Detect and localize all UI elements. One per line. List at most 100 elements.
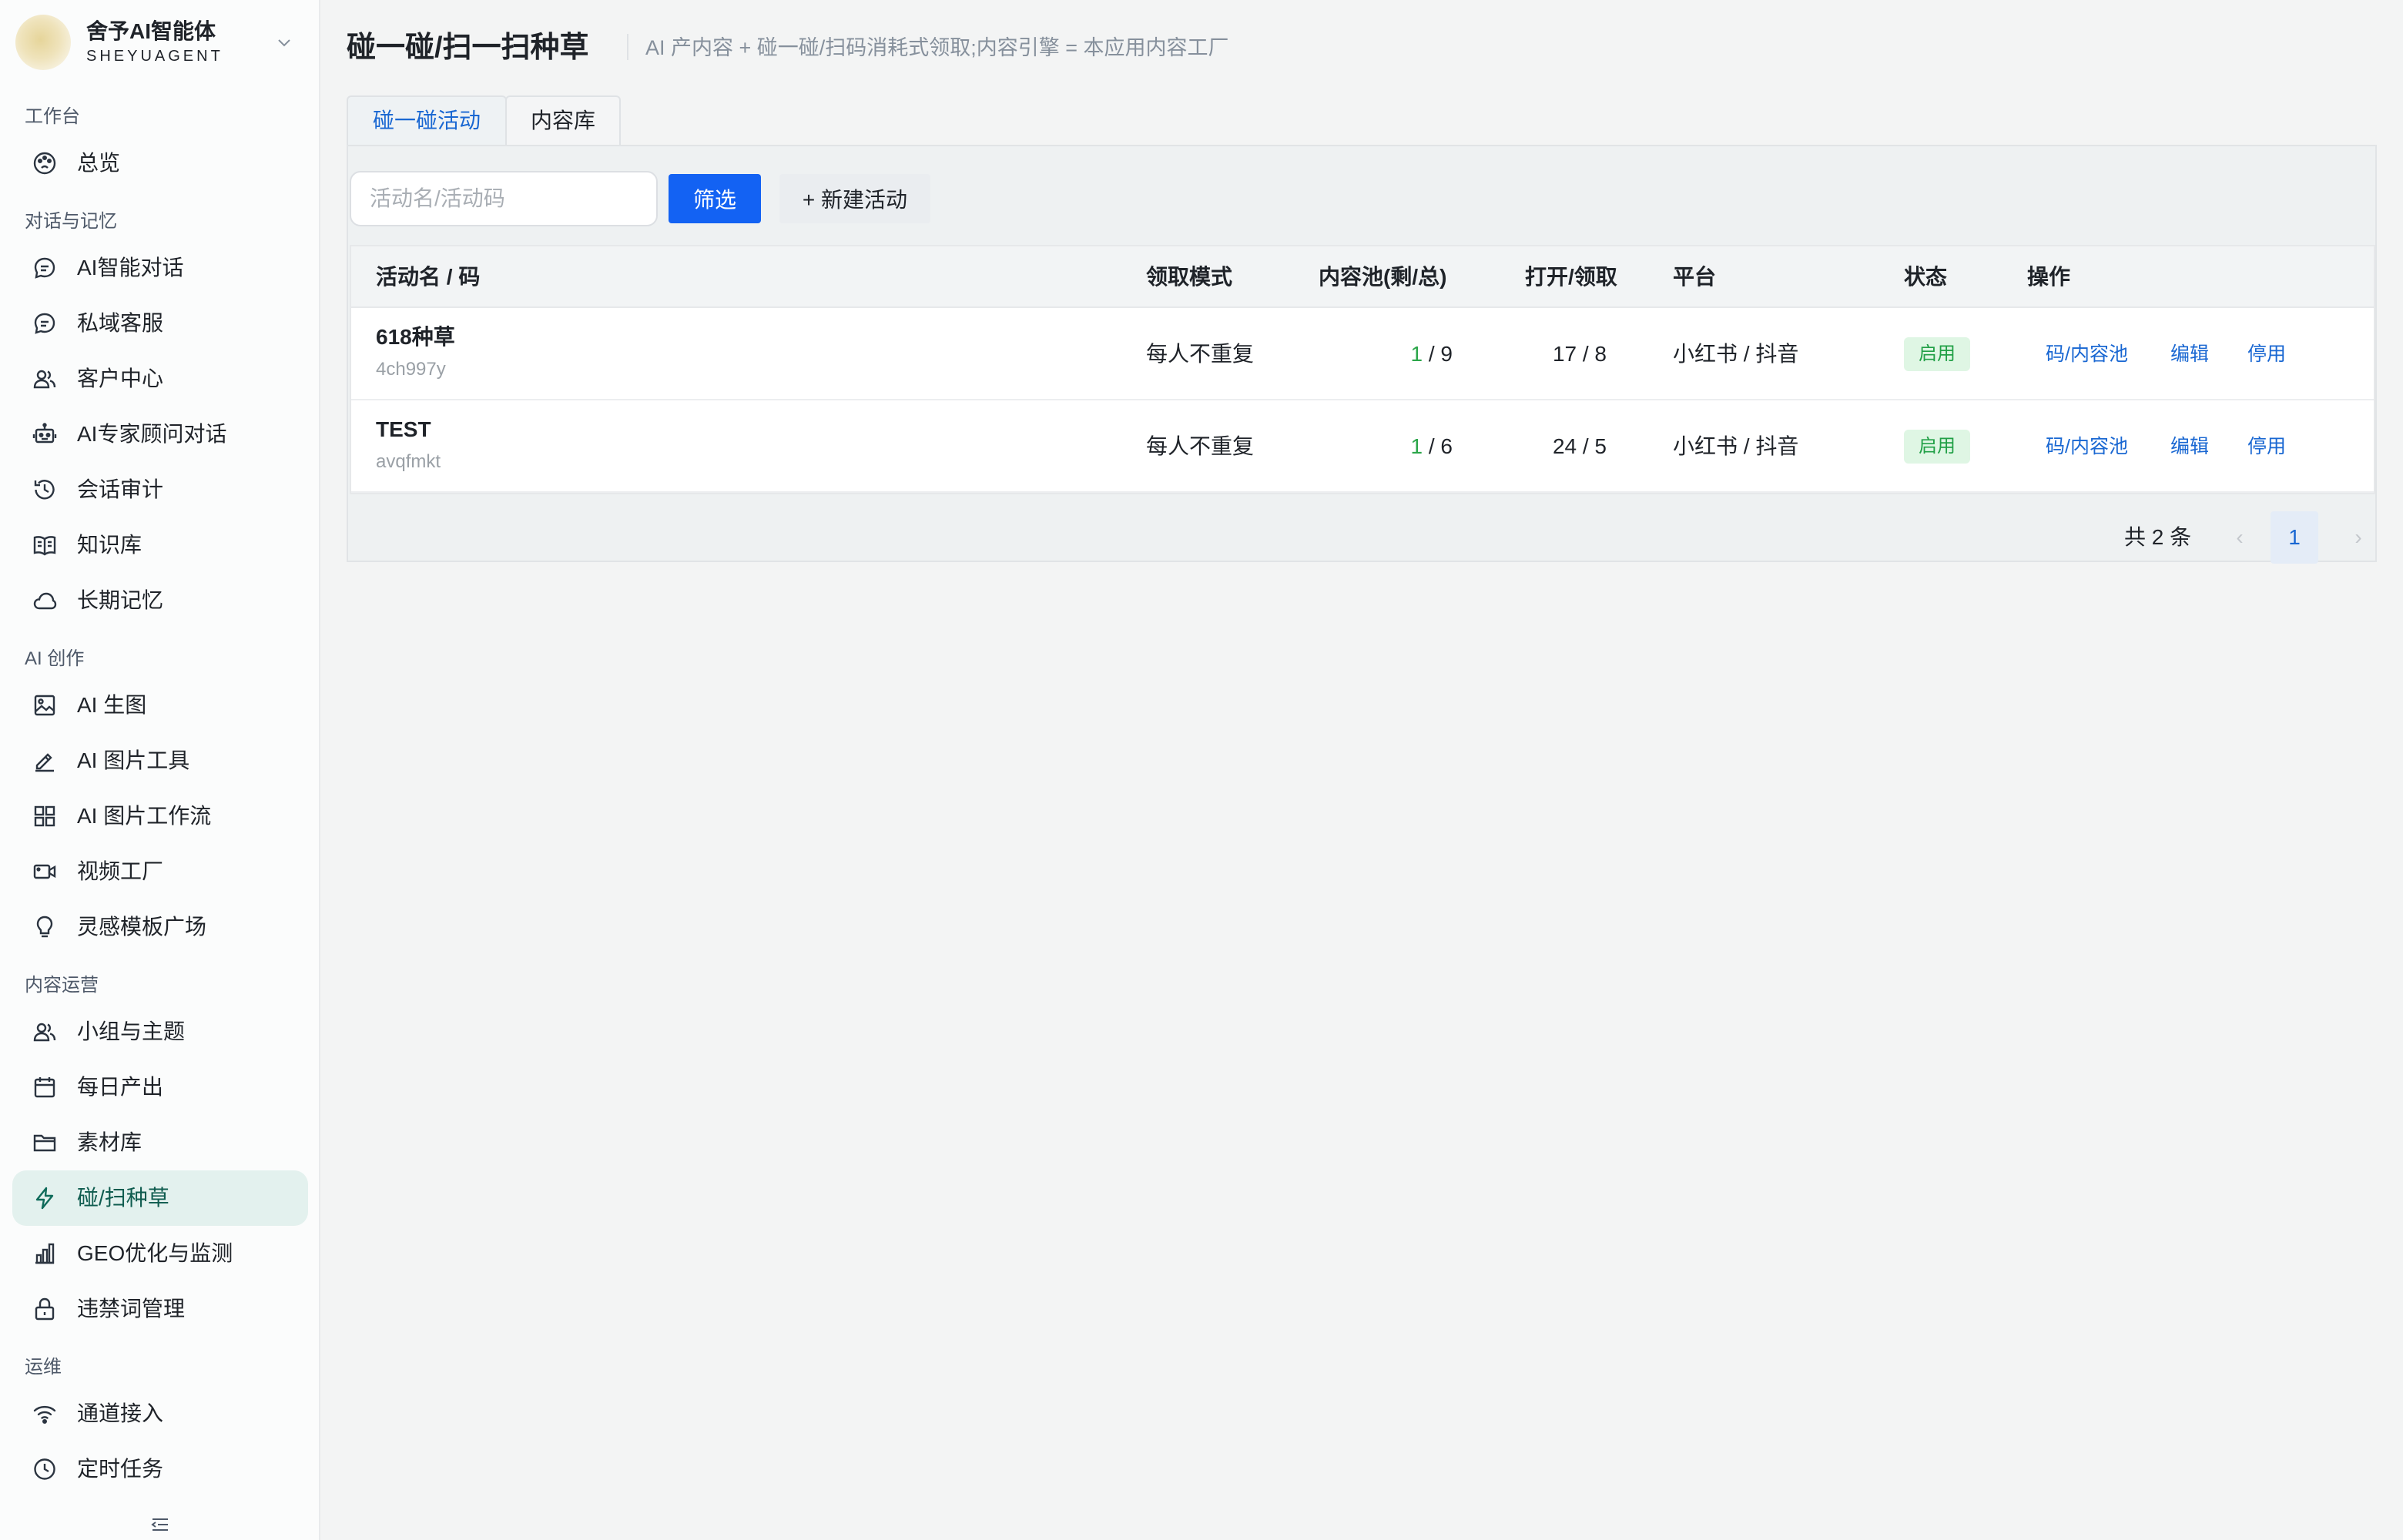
clock-icon <box>34 1458 55 1480</box>
palette-icon <box>33 152 56 175</box>
sidebar-item-label: 会话审计 <box>77 477 164 501</box>
grid-icon <box>34 805 55 827</box>
claim-mode: 每人不重复 <box>1146 342 1255 366</box>
image-icon <box>34 695 55 716</box>
column-header-status: 状态 <box>1904 265 1948 289</box>
sidebar-item-label: 私域客服 <box>77 311 164 335</box>
new-activity-button[interactable]: + 新建活动 <box>779 174 930 223</box>
activity-name: 618种草 <box>376 325 455 349</box>
activity-code: avqfmkt <box>376 451 441 472</box>
sidebar-item-label: 客户中心 <box>77 367 164 390</box>
edit-link[interactable]: 编辑 <box>2170 433 2209 460</box>
sidebar-item-geo[interactable]: GEO优化与监测 <box>12 1226 308 1281</box>
table-row: 618种草 4ch997y 每人不重复 1 / 9 17 / 8 小红书 / 抖… <box>351 308 2374 400</box>
sidebar-item-groups-topics[interactable]: 小组与主题 <box>12 1004 308 1060</box>
users-icon <box>33 370 56 389</box>
column-header-open-claim: 打开/领取 <box>1525 265 1617 289</box>
title-divider <box>627 34 628 60</box>
sidebar-item-channels[interactable]: 通道接入 <box>12 1386 308 1441</box>
pen-icon <box>35 753 54 772</box>
sidebar-item-touch-scan[interactable]: 碰/扫种草 <box>12 1170 308 1226</box>
sidebar-item-label: 每日产出 <box>77 1075 164 1099</box>
search-input[interactable] <box>350 171 658 226</box>
open-claim-count: 24 / 5 <box>1552 434 1607 458</box>
pool-remaining: 1 <box>1410 434 1423 458</box>
column-header-pool: 内容池(剩/总) <box>1319 265 1447 289</box>
sidebar-item-long-memory[interactable]: 长期记忆 <box>12 573 308 628</box>
code-pool-link[interactable]: 码/内容池 <box>2046 433 2128 460</box>
tab-content-library[interactable]: 内容库 <box>505 95 621 146</box>
status-badge: 启用 <box>1904 337 1970 371</box>
sidebar-item-label: 长期记忆 <box>77 588 164 612</box>
sidebar-item-ai-image-tools[interactable]: AI 图片工具 <box>12 733 308 788</box>
table-header: 活动名 / 码 领取模式 内容池(剩/总) 打开/领取 平台 状态 操作 <box>351 246 2374 308</box>
edit-link[interactable]: 编辑 <box>2170 340 2209 368</box>
wifi-icon <box>33 1405 56 1424</box>
disable-link[interactable]: 停用 <box>2247 433 2286 460</box>
sidebar-item-label: 定时任务 <box>77 1457 164 1481</box>
sidebar-item-label: 灵感模板广场 <box>77 915 207 939</box>
collapse-sidebar-icon[interactable] <box>151 1517 169 1532</box>
sidebar-item-asset-library[interactable]: 素材库 <box>12 1115 308 1170</box>
chevron-down-icon[interactable] <box>276 35 293 49</box>
activity-code: 4ch997y <box>376 359 446 380</box>
pool-remaining: 1 <box>1410 342 1423 366</box>
lightning-icon <box>35 1187 54 1210</box>
pagination-total: 共 2 条 <box>2124 525 2192 549</box>
sidebar-item-session-audit[interactable]: 会话审计 <box>12 462 308 517</box>
sidebar-item-overview[interactable]: 总览 <box>12 136 308 191</box>
nav-group-title: 对话与记忆 <box>25 211 117 232</box>
sidebar-item-expert-chat[interactable]: AI专家顾问对话 <box>12 407 308 462</box>
disable-link[interactable]: 停用 <box>2247 340 2286 368</box>
sidebar-item-label: 素材库 <box>77 1130 142 1154</box>
brand-text: 舍予AI智能体 SHEYUAGENT <box>86 18 223 66</box>
robot-icon <box>32 423 57 444</box>
sidebar-item-banned-words[interactable]: 违禁词管理 <box>12 1281 308 1337</box>
status-badge: 启用 <box>1904 430 1970 464</box>
sidebar-item-label: AI智能对话 <box>77 256 184 280</box>
sidebar-item-label: 小组与主题 <box>77 1019 186 1043</box>
sidebar-item-ai-image[interactable]: AI 生图 <box>12 678 308 733</box>
sidebar-item-templates[interactable]: 灵感模板广场 <box>12 899 308 955</box>
code-pool-link[interactable]: 码/内容池 <box>2046 340 2128 368</box>
sidebar-item-video-factory[interactable]: 视频工厂 <box>12 844 308 899</box>
sidebar-item-label: 碰/扫种草 <box>77 1186 169 1210</box>
sidebar-item-label: AI 生图 <box>77 693 147 717</box>
pagination-page[interactable]: 1 <box>2271 511 2318 564</box>
open-claim-count: 17 / 8 <box>1552 342 1607 366</box>
sidebar-item-daily-output[interactable]: 每日产出 <box>12 1060 308 1115</box>
book-icon <box>33 536 56 556</box>
page-title: 碰一碰/扫一扫种草 <box>347 32 589 64</box>
column-header-platform: 平台 <box>1673 265 1717 289</box>
sidebar: 舍予AI智能体 SHEYUAGENT 工作台 总览 对话与记忆 AI智能对话 私… <box>0 0 320 1540</box>
page-subtitle: AI 产内容 + 碰一碰/扫码消耗式领取;内容引擎 = 本应用内容工厂 <box>645 36 1229 59</box>
platform: 小红书 / 抖音 <box>1673 342 1799 366</box>
sidebar-item-ai-chat[interactable]: AI智能对话 <box>12 240 308 296</box>
brand-switcher[interactable]: 舍予AI智能体 SHEYUAGENT <box>15 14 305 71</box>
chevron-right-icon[interactable]: › <box>2349 525 2368 550</box>
chat-icon <box>34 257 55 279</box>
sidebar-item-label: 通道接入 <box>77 1401 164 1425</box>
sidebar-item-knowledge-base[interactable]: 知识库 <box>12 517 308 573</box>
brand-name: 舍予AI智能体 <box>86 19 216 43</box>
sidebar-item-ai-image-workflow[interactable]: AI 图片工作流 <box>12 788 308 844</box>
sidebar-item-label: 总览 <box>77 151 121 175</box>
column-header-mode: 领取模式 <box>1146 265 1233 289</box>
nav-group-title: 工作台 <box>25 106 80 127</box>
nav-group-title: AI 创作 <box>25 648 85 669</box>
sidebar-item-scheduled-tasks[interactable]: 定时任务 <box>12 1441 308 1497</box>
activity-panel: 筛选 + 新建活动 活动名 / 码 领取模式 内容池(剩/总) 打开/领取 平台… <box>347 145 2377 564</box>
sidebar-item-private-service[interactable]: 私域客服 <box>12 296 308 351</box>
chevron-left-icon[interactable]: ‹ <box>2230 525 2249 550</box>
sidebar-item-label: 违禁词管理 <box>77 1297 186 1321</box>
claim-mode: 每人不重复 <box>1146 434 1255 458</box>
content-pool: 1 / 9 <box>1360 340 1453 368</box>
column-header-name: 活动名 / 码 <box>376 265 481 289</box>
nav-group-title: 内容运营 <box>25 975 99 996</box>
brand-subtitle: SHEYUAGENT <box>86 48 223 65</box>
sidebar-item-label: GEO优化与监测 <box>77 1241 233 1265</box>
sidebar-item-customers[interactable]: 客户中心 <box>12 351 308 407</box>
tab-touch-activity[interactable]: 碰一碰活动 <box>347 95 507 146</box>
calendar-icon <box>34 1077 55 1098</box>
filter-button[interactable]: 筛选 <box>669 174 761 223</box>
